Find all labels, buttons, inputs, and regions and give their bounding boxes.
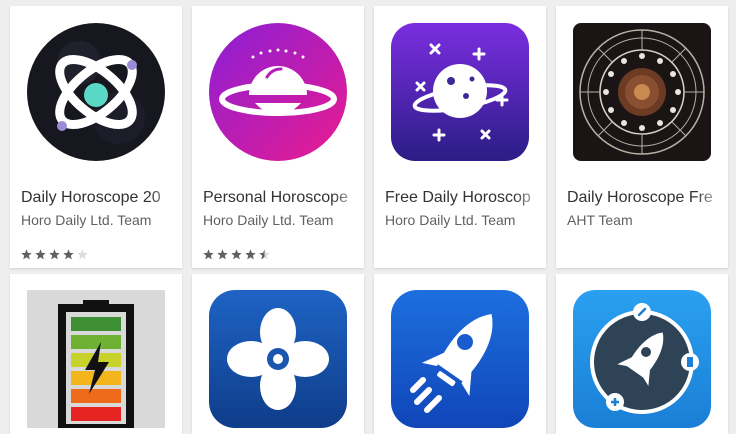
- planet-stars-icon[interactable]: [391, 23, 529, 161]
- app-card-3[interactable]: Free Daily Horoscop Horo Daily Ltd. Team: [374, 6, 546, 268]
- star-icon: [49, 249, 60, 260]
- star-icon: [217, 249, 228, 260]
- fan-icon[interactable]: [209, 290, 347, 428]
- app-card-7[interactable]: [374, 274, 546, 434]
- planet-ring-icon[interactable]: [209, 23, 347, 161]
- star-icon: [245, 249, 256, 260]
- battery-charge-icon[interactable]: [27, 290, 165, 432]
- app-title[interactable]: Daily Horoscope 20: [21, 189, 182, 207]
- app-title[interactable]: Daily Horoscope Fre: [567, 189, 728, 207]
- app-developer[interactable]: Horo Daily Ltd. Team: [21, 212, 182, 228]
- app-developer[interactable]: AHT Team: [567, 212, 728, 228]
- star-icon: [21, 249, 32, 260]
- star-icon: [259, 249, 270, 260]
- app-card-8[interactable]: [556, 274, 728, 434]
- rocket-icon[interactable]: [391, 290, 529, 428]
- star-icon: [63, 249, 74, 260]
- star-rating: [21, 249, 88, 260]
- app-developer[interactable]: Horo Daily Ltd. Team: [203, 212, 364, 228]
- zodiac-wheel-icon[interactable]: [573, 23, 711, 161]
- app-card-6[interactable]: [192, 274, 364, 434]
- rocket-circle-icon[interactable]: [573, 290, 711, 428]
- app-card-4[interactable]: Daily Horoscope Fre AHT Team: [556, 6, 728, 268]
- app-card-1[interactable]: Daily Horoscope 20 Horo Daily Ltd. Team: [10, 6, 182, 268]
- star-icon: [77, 249, 88, 260]
- star-icon: [203, 249, 214, 260]
- star-rating: [203, 249, 270, 260]
- app-card-2[interactable]: Personal Horoscope Horo Daily Ltd. Team: [192, 6, 364, 268]
- star-icon: [231, 249, 242, 260]
- orbit-atom-icon[interactable]: [27, 23, 165, 161]
- app-developer[interactable]: Horo Daily Ltd. Team: [385, 212, 546, 228]
- app-title[interactable]: Free Daily Horoscop: [385, 189, 546, 207]
- app-title[interactable]: Personal Horoscope: [203, 189, 364, 207]
- app-card-5[interactable]: [10, 274, 182, 434]
- star-icon: [35, 249, 46, 260]
